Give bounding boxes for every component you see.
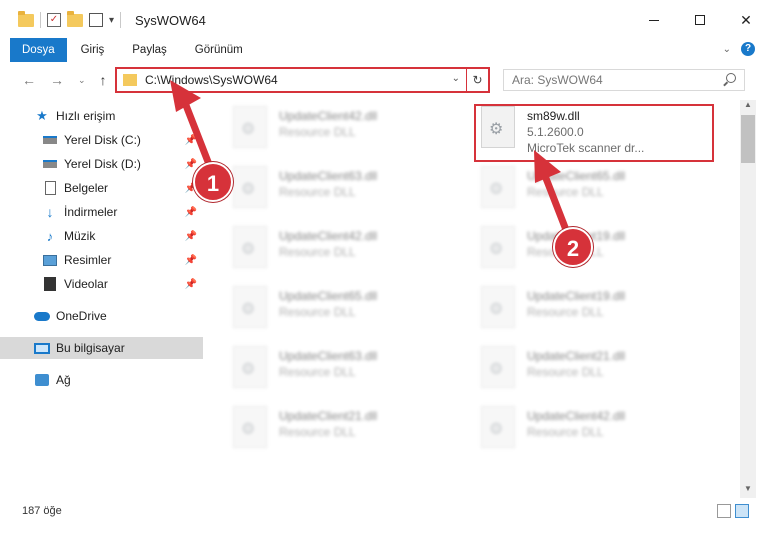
annotation-arrows bbox=[170, 80, 572, 239]
arrow-1-line bbox=[178, 91, 216, 176]
callout-2-badge: 2 bbox=[553, 227, 593, 267]
callout-1-badge: 1 bbox=[193, 162, 233, 202]
